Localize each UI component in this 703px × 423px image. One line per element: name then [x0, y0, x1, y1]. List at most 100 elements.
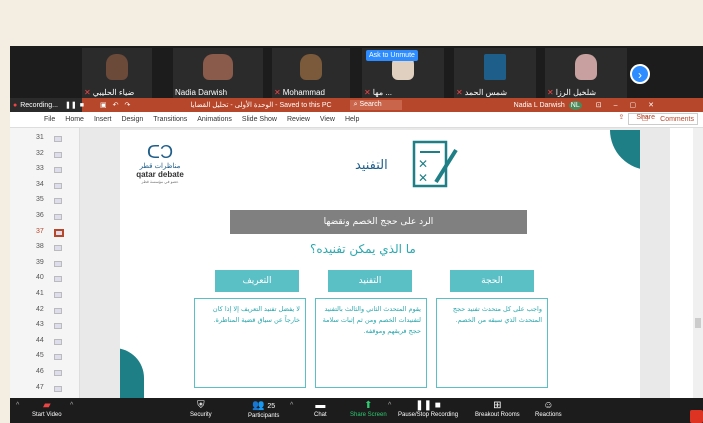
slide-thumbnail-pane: 31 32 33 34 35 36 37 38 39 40 41 42 43 44 45 46 47 — [10, 128, 80, 398]
slide-preview — [54, 260, 62, 267]
search-icon: ⌕ — [353, 101, 358, 108]
slide-number: 35 — [36, 196, 44, 204]
slide-thumbnail[interactable]: 32 — [10, 148, 80, 163]
participant-video — [106, 54, 128, 80]
box-label-definition: التعريف — [215, 270, 299, 292]
redo-icon[interactable]: ↷ — [125, 101, 131, 109]
slide-thumbnail[interactable]: 34 — [10, 179, 80, 194]
slide-number: 40 — [36, 274, 44, 282]
box-text-definition: لا يفضل تفنيد التعريف إلا إذا كان خارجاً… — [194, 298, 306, 388]
slide-number: 41 — [36, 290, 44, 297]
participant-tile-1[interactable]: ✕ ضياء الحليبي — [82, 48, 152, 98]
slide-number: 32 — [36, 149, 44, 157]
pause-stop-recording-button[interactable]: ❚❚ ■ Pause/Stop Recording — [398, 400, 458, 418]
menu-transitions[interactable]: Transitions — [153, 116, 187, 123]
breakout-rooms-button[interactable]: ⊞ Breakout Rooms — [475, 400, 520, 418]
slide-thumbnail[interactable]: 43 — [10, 319, 80, 334]
slide-thumbnail[interactable]: 46 — [10, 366, 80, 381]
participant-tile-4[interactable]: Ask to Unmute ✕ مها ... — [362, 48, 444, 98]
notification-badge — [690, 410, 703, 423]
participant-tile-3[interactable]: ✕ Mohammad — [272, 48, 350, 98]
undo-icon[interactable]: ↶ — [113, 101, 119, 109]
slide-thumbnail[interactable]: 33 — [10, 163, 80, 178]
svg-text:✕: ✕ — [418, 171, 428, 185]
slide-canvas: ᑕϽ مناظرات قطر qatar debate عضو في مؤسسة… — [80, 128, 670, 398]
slide-thumbnail[interactable]: 38 — [10, 241, 80, 256]
security-button[interactable]: ⛨ Security — [190, 400, 212, 418]
slide-preview — [54, 338, 62, 345]
vertical-scrollbar[interactable] — [693, 128, 703, 398]
menu-design[interactable]: Design — [121, 116, 143, 123]
start-video-button[interactable]: ▰ Start Video — [32, 400, 62, 418]
slide-preview — [54, 370, 62, 376]
slide-thumbnail[interactable]: 47 — [10, 382, 80, 397]
pause-recording-icon[interactable]: ❚❚ — [65, 101, 77, 109]
menu-animations[interactable]: Animations — [197, 116, 232, 123]
slide-thumbnail[interactable]: 41 — [10, 288, 80, 303]
slide-number: 43 — [36, 321, 44, 329]
ppt-title-bar: ▣ ↶ ↷ الوحدة الأولى - تحليل القضايا - Sa… — [10, 98, 703, 112]
avatar[interactable]: NL — [568, 100, 582, 110]
video-off-icon: ▰ — [42, 400, 51, 411]
slide-thumbnail[interactable]: 44 — [10, 335, 80, 350]
slide-thumbnail[interactable]: 36 — [10, 210, 80, 225]
slide[interactable]: ᑕϽ مناظرات قطر qatar debate عضو في مؤسسة… — [120, 130, 640, 398]
minimize-icon[interactable]: – — [614, 102, 618, 109]
breakout-icon: ⊞ — [493, 400, 502, 411]
slide-thumbnail[interactable]: 31 — [10, 132, 80, 147]
menu-view[interactable]: View — [320, 116, 335, 123]
slide-preview — [54, 182, 62, 189]
next-page-button[interactable]: › — [630, 64, 650, 84]
slide-thumbnail[interactable]: 42 — [10, 304, 80, 319]
box-text-rebuttal: يقوم المتحدث الثاني والثالث بالتفنيد لتف… — [315, 298, 427, 388]
participant-video — [300, 54, 322, 80]
slide-number: 36 — [36, 212, 44, 219]
qatar-debate-logo: ᑕϽ مناظرات قطر qatar debate عضو في مؤسسة… — [130, 142, 190, 192]
svg-text:✕: ✕ — [418, 157, 428, 171]
save-icon[interactable]: ▣ — [100, 101, 107, 109]
mic-muted-icon: ✕ — [274, 88, 281, 97]
reactions-button[interactable]: ☺ Reactions — [535, 400, 562, 418]
slide-thumbnail[interactable]: 45 — [10, 350, 80, 365]
comments-button[interactable]: ☐ Comments — [627, 113, 698, 125]
menu-insert[interactable]: Insert — [94, 116, 112, 123]
chevron-up-icon[interactable]: ^ — [16, 402, 19, 409]
slide-thumbnail[interactable]: 40 — [10, 272, 80, 287]
slide-preview — [54, 354, 62, 361]
stop-recording-icon[interactable]: ■ — [80, 102, 84, 109]
chevron-up-icon[interactable]: ^ — [388, 402, 391, 409]
box-label-rebuttal: التفنيد — [328, 270, 412, 292]
participants-button[interactable]: 👥 25 Participants — [248, 400, 279, 419]
chevron-up-icon[interactable]: ^ — [290, 402, 293, 409]
share-screen-button[interactable]: ⬆ Share Screen — [350, 400, 387, 418]
maximize-icon[interactable]: ▢ — [630, 101, 637, 109]
slide-preview — [54, 385, 62, 392]
ribbon-display-icon[interactable]: ⊡ — [596, 101, 602, 109]
search-box[interactable]: ⌕ Search — [349, 100, 402, 110]
slide-number: 44 — [36, 336, 44, 344]
box-text-argument: واجب على كل متحدث تفنيد حجج المتحدث الذي… — [436, 298, 548, 388]
menu-help[interactable]: Help — [345, 116, 359, 123]
slide-thumbnail[interactable]: 35 — [10, 194, 80, 209]
menu-review[interactable]: Review — [287, 116, 310, 123]
participant-name: ✕ شلخيل الرزا — [547, 88, 597, 97]
menu-slide-show[interactable]: Slide Show — [242, 116, 277, 123]
participant-tile-6[interactable]: ✕ شلخيل الرزا — [545, 48, 627, 98]
participant-tile-2[interactable]: Nadia Darwish — [173, 48, 263, 98]
slide-preview — [54, 276, 62, 283]
slide-thumbnail[interactable]: 39 — [10, 257, 80, 272]
menu-home[interactable]: Home — [65, 116, 84, 123]
menu-file[interactable]: File — [44, 116, 55, 123]
participants-icon: 👥 25 — [252, 400, 276, 411]
scrollbar-thumb[interactable] — [695, 318, 701, 328]
participant-tile-5[interactable]: ✕ شمس الحمد — [454, 48, 536, 98]
chevron-up-icon[interactable]: ^ — [70, 402, 73, 409]
slide-thumbnail[interactable]: 37 — [10, 226, 80, 241]
share-screen-icon: ⬆ — [364, 400, 373, 411]
ppt-menu-bar: File Home Insert Design Transitions Anim… — [10, 112, 703, 128]
slide-subtitle: الرد على حجج الخصم ونقضها — [230, 210, 527, 234]
ask-to-unmute-button[interactable]: Ask to Unmute — [366, 50, 418, 61]
slide-title: التفنيد — [355, 158, 388, 173]
close-icon[interactable]: ✕ — [648, 101, 654, 109]
chat-button[interactable]: ▬ Chat — [314, 400, 327, 418]
